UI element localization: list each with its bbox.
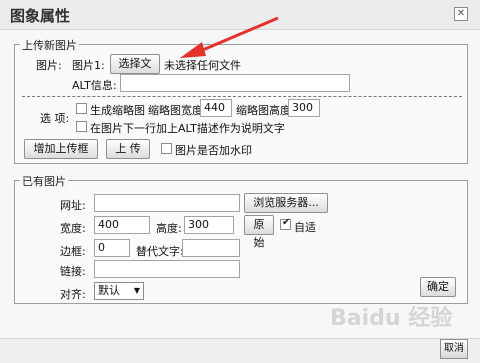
auto-fit-label: 自适 — [294, 221, 316, 234]
link-input[interactable] — [94, 260, 240, 278]
alt-below-label: 在图片下一行加上ALT描述作为说明文字 — [90, 122, 285, 135]
height-label: 高度: — [156, 222, 182, 235]
dialog-title: 图象属性 — [10, 7, 71, 25]
url-label: 网址: — [60, 199, 86, 212]
existing-legend: 已有图片 — [20, 173, 68, 189]
thumb-width-input[interactable]: 440 — [200, 99, 232, 117]
divider — [22, 96, 462, 97]
image-label: 图片: — [36, 59, 62, 72]
alt-info-input[interactable] — [120, 74, 350, 92]
baidu-watermark: Baidu 经验 — [330, 306, 453, 331]
chevron-down-icon: ▼ — [133, 286, 140, 295]
border-label: 边框: — [60, 245, 86, 258]
browse-server-button[interactable]: 浏览服务器... — [244, 193, 328, 213]
thumb-width-label: 缩略图宽度 — [148, 104, 203, 117]
width-label: 宽度: — [60, 222, 86, 235]
width-input[interactable]: 400 — [94, 216, 150, 234]
thumb-height-label: 缩略图高度 — [236, 104, 291, 117]
auto-fit-checkbox[interactable] — [280, 217, 291, 230]
choose-file-button[interactable]: 选择文件 — [110, 54, 160, 88]
add-upload-box-button[interactable]: 增加上传框 — [24, 139, 98, 159]
options-label: 选 项: — [40, 112, 70, 125]
upload-legend: 上传新图片 — [20, 37, 79, 53]
ok-button[interactable]: 确定 — [420, 277, 456, 297]
cancel-button[interactable]: 取消 — [440, 339, 468, 359]
link-label: 链接: — [60, 265, 86, 278]
watermark-checkbox[interactable] — [161, 143, 172, 154]
align-select-value: 默认 — [98, 284, 120, 297]
thumbnail-checkbox[interactable] — [76, 103, 87, 114]
annotation-arrow-icon — [180, 16, 279, 58]
close-button[interactable]: ✕ — [454, 7, 468, 21]
footer-bar — [0, 338, 480, 363]
alt-text-input[interactable] — [182, 239, 240, 257]
original-size-button[interactable]: 原始 — [244, 215, 274, 249]
image1-label: 图片1: — [72, 59, 105, 72]
watermark-label: 图片是否加水印 — [175, 144, 252, 157]
thumbnail-checkbox-label: 生成缩略图 — [90, 104, 145, 117]
alt-below-checkbox[interactable] — [76, 121, 87, 132]
height-input[interactable]: 300 — [184, 216, 234, 234]
alt-text-label: 替代文字: — [136, 245, 184, 258]
align-label: 对齐: — [60, 288, 86, 301]
upload-button[interactable]: 上 传 — [106, 139, 150, 159]
border-input[interactable]: 0 — [94, 239, 130, 257]
thumb-height-input[interactable]: 300 — [288, 99, 320, 117]
url-input[interactable] — [94, 194, 240, 212]
align-select[interactable]: 默认 ▼ — [94, 282, 144, 300]
alt-info-label: ALT信息: — [72, 79, 117, 92]
